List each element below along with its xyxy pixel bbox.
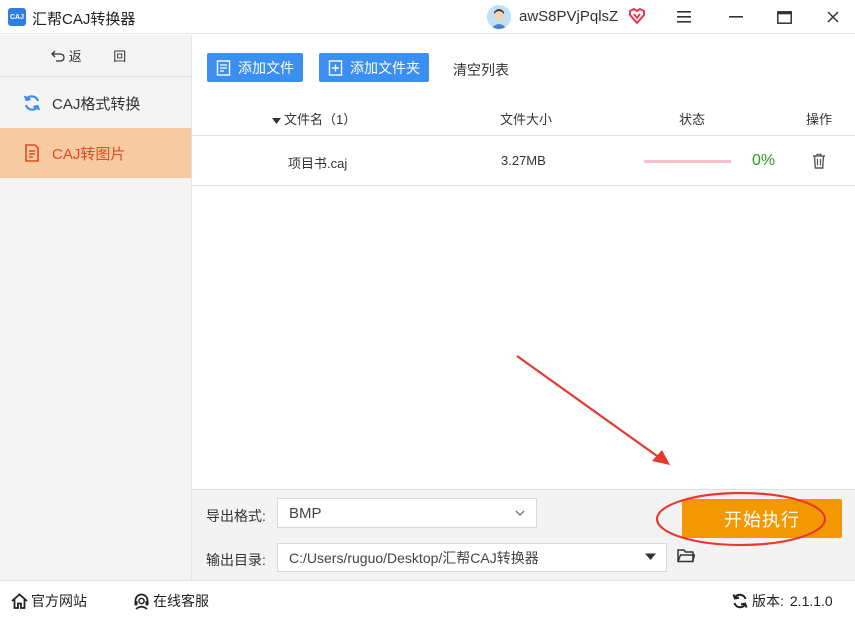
menu-icon[interactable] xyxy=(672,5,696,29)
sidebar-item-label: CAJ格式转换 xyxy=(52,95,141,113)
file-size-cell: 3.27MB xyxy=(501,153,546,168)
maximize-icon[interactable] xyxy=(772,5,796,29)
progress-percent: 0% xyxy=(752,152,776,169)
output-dir-select[interactable]: C:/Users/ruguo/Desktop/汇帮CAJ转换器 xyxy=(277,543,667,572)
add-file-button[interactable]: 添加文件 xyxy=(207,53,303,82)
folder-icon[interactable] xyxy=(677,548,695,563)
annotation-ellipse-icon xyxy=(655,491,827,547)
sidebar-item-caj-image[interactable]: CAJ转图片 xyxy=(0,128,191,178)
document-icon xyxy=(22,143,42,163)
file-table-header: 文件名（1） 文件大小 状态 操作 xyxy=(192,98,855,136)
version-info: 版本: 2.1.1.0 xyxy=(732,591,833,611)
add-folder-label: 添加文件夹 xyxy=(350,59,420,76)
dropdown-arrow-icon xyxy=(645,553,656,561)
version-label: 版本: xyxy=(752,593,784,609)
user-name[interactable]: awS8PVjPqlsZ xyxy=(519,8,618,25)
back-button[interactable]: 返 回 xyxy=(0,35,191,77)
headset-icon xyxy=(133,593,149,610)
sidebar-item-label: CAJ转图片 xyxy=(52,145,126,163)
chevron-down-icon xyxy=(514,507,526,519)
add-file-icon xyxy=(216,59,232,76)
back-label: 返 回 xyxy=(68,49,141,64)
website-link[interactable]: 官方网站 xyxy=(11,591,87,611)
dir-label: 输出目录: xyxy=(206,552,266,568)
table-row[interactable]: 项目书.caj 3.27MB 0% xyxy=(192,137,855,186)
column-name-label: 文件名（1） xyxy=(284,112,357,127)
status-bar: 官方网站 在线客服 版本: 2.1.1.0 xyxy=(0,580,855,623)
app-logo: CAJ xyxy=(8,8,26,26)
file-name-cell: 项目书.caj xyxy=(288,156,348,171)
app-title: 汇帮CAJ转换器 xyxy=(32,11,136,28)
column-action-header: 操作 xyxy=(806,112,833,127)
add-file-label: 添加文件 xyxy=(238,59,294,76)
minimize-icon[interactable] xyxy=(724,5,748,29)
column-name-header[interactable]: 文件名（1） xyxy=(272,109,356,128)
format-value: BMP xyxy=(289,504,322,522)
version-value: 2.1.1.0 xyxy=(789,593,833,609)
close-icon[interactable] xyxy=(821,5,845,29)
sidebar: 返 回 CAJ格式转换 CAJ转图片 xyxy=(0,35,192,580)
customer-service-link[interactable]: 在线客服 xyxy=(133,591,209,611)
update-icon xyxy=(732,593,748,609)
progress-bar xyxy=(644,160,731,163)
title-bar: CAJ 汇帮CAJ转换器 awS8PVjPqlsZ xyxy=(0,0,855,34)
user-avatar[interactable] xyxy=(487,5,511,29)
back-icon xyxy=(50,50,65,62)
service-label: 在线客服 xyxy=(153,593,209,609)
clear-list-button[interactable]: 清空列表 xyxy=(453,60,509,80)
home-icon xyxy=(11,593,28,609)
sidebar-item-caj-format[interactable]: CAJ格式转换 xyxy=(0,78,191,128)
website-label: 官方网站 xyxy=(31,593,87,609)
format-label: 导出格式: xyxy=(206,508,266,524)
add-folder-button[interactable]: 添加文件夹 xyxy=(319,53,429,82)
format-select[interactable]: BMP xyxy=(277,498,537,528)
add-folder-icon xyxy=(328,59,344,76)
output-dir-value: C:/Users/ruguo/Desktop/汇帮CAJ转换器 xyxy=(289,549,539,566)
sort-down-icon xyxy=(272,117,281,124)
column-status-header: 状态 xyxy=(679,112,706,127)
refresh-icon xyxy=(22,93,42,113)
column-size-header: 文件大小 xyxy=(500,112,553,127)
annotation-arrow-icon xyxy=(516,355,670,465)
vip-icon[interactable] xyxy=(628,7,646,25)
trash-icon[interactable] xyxy=(812,153,826,169)
